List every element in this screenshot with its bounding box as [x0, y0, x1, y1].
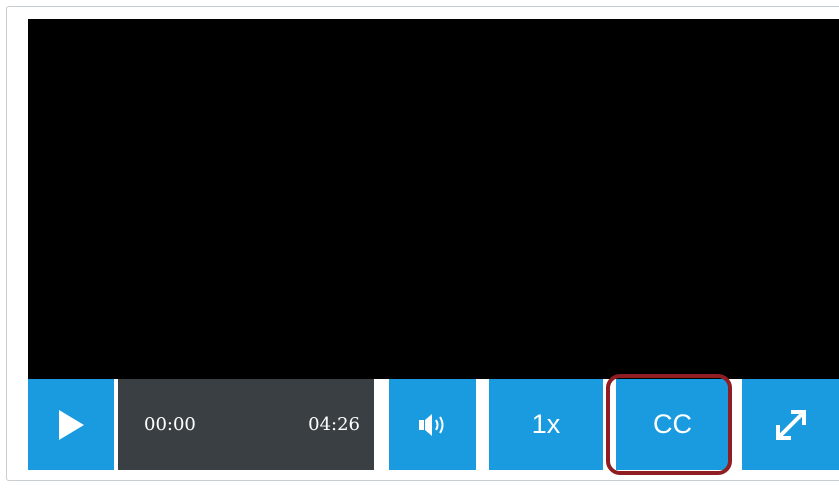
closed-captions-button[interactable]: CC: [616, 379, 729, 470]
duration: 04:26: [308, 414, 360, 435]
time-display: 00:00 04:26: [118, 379, 374, 470]
play-icon: [56, 408, 86, 442]
fullscreen-icon: [771, 405, 811, 445]
video-area[interactable]: [28, 19, 839, 379]
current-time: 00:00: [144, 414, 196, 435]
volume-button[interactable]: [389, 379, 476, 470]
volume-icon: [418, 413, 448, 437]
fullscreen-button[interactable]: [742, 379, 839, 470]
play-button[interactable]: [28, 379, 114, 470]
playback-speed-button[interactable]: 1x: [489, 379, 603, 470]
control-bar: 00:00 04:26 1x CC: [28, 379, 839, 470]
